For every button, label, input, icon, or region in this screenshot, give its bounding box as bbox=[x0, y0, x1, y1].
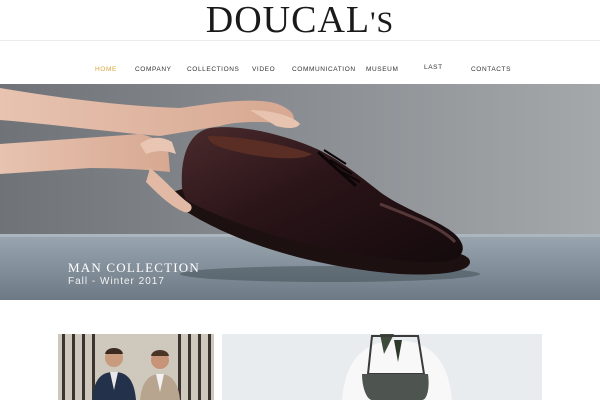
hero-banner[interactable]: MAN COLLECTION Fall - Winter 2017 bbox=[0, 84, 600, 300]
nav-item-communication[interactable]: COMMUNICATION bbox=[292, 66, 356, 73]
nav-item-video[interactable]: VIDEO bbox=[252, 66, 275, 73]
gallery-image-craftsman bbox=[222, 334, 542, 400]
main-nav: HOME COMPANY COLLECTIONS VIDEO COMMUNICA… bbox=[0, 40, 600, 102]
brand-logo[interactable]: DOUCAL'S bbox=[0, 1, 600, 42]
nav-item-contacts[interactable]: CONTACTS bbox=[471, 66, 511, 73]
nav-item-museum[interactable]: MUSEUM bbox=[366, 66, 399, 73]
hero-subtitle: Fall - Winter 2017 bbox=[68, 276, 165, 287]
nav-item-company[interactable]: COMPANY bbox=[135, 66, 172, 73]
nav-item-home[interactable]: HOME bbox=[95, 66, 117, 73]
gallery-image-people bbox=[58, 334, 214, 400]
gallery-thumb-people[interactable] bbox=[58, 334, 214, 400]
logo-main-text: DOUCAL bbox=[205, 0, 371, 41]
nav-item-collections[interactable]: COLLECTIONS bbox=[187, 66, 239, 73]
gallery-thumb-craftsman[interactable] bbox=[222, 334, 542, 400]
hero-title: MAN COLLECTION bbox=[68, 260, 200, 275]
logo-bar: DOUCAL'S bbox=[0, 0, 600, 40]
logo-tail-text: 'S bbox=[370, 6, 395, 39]
